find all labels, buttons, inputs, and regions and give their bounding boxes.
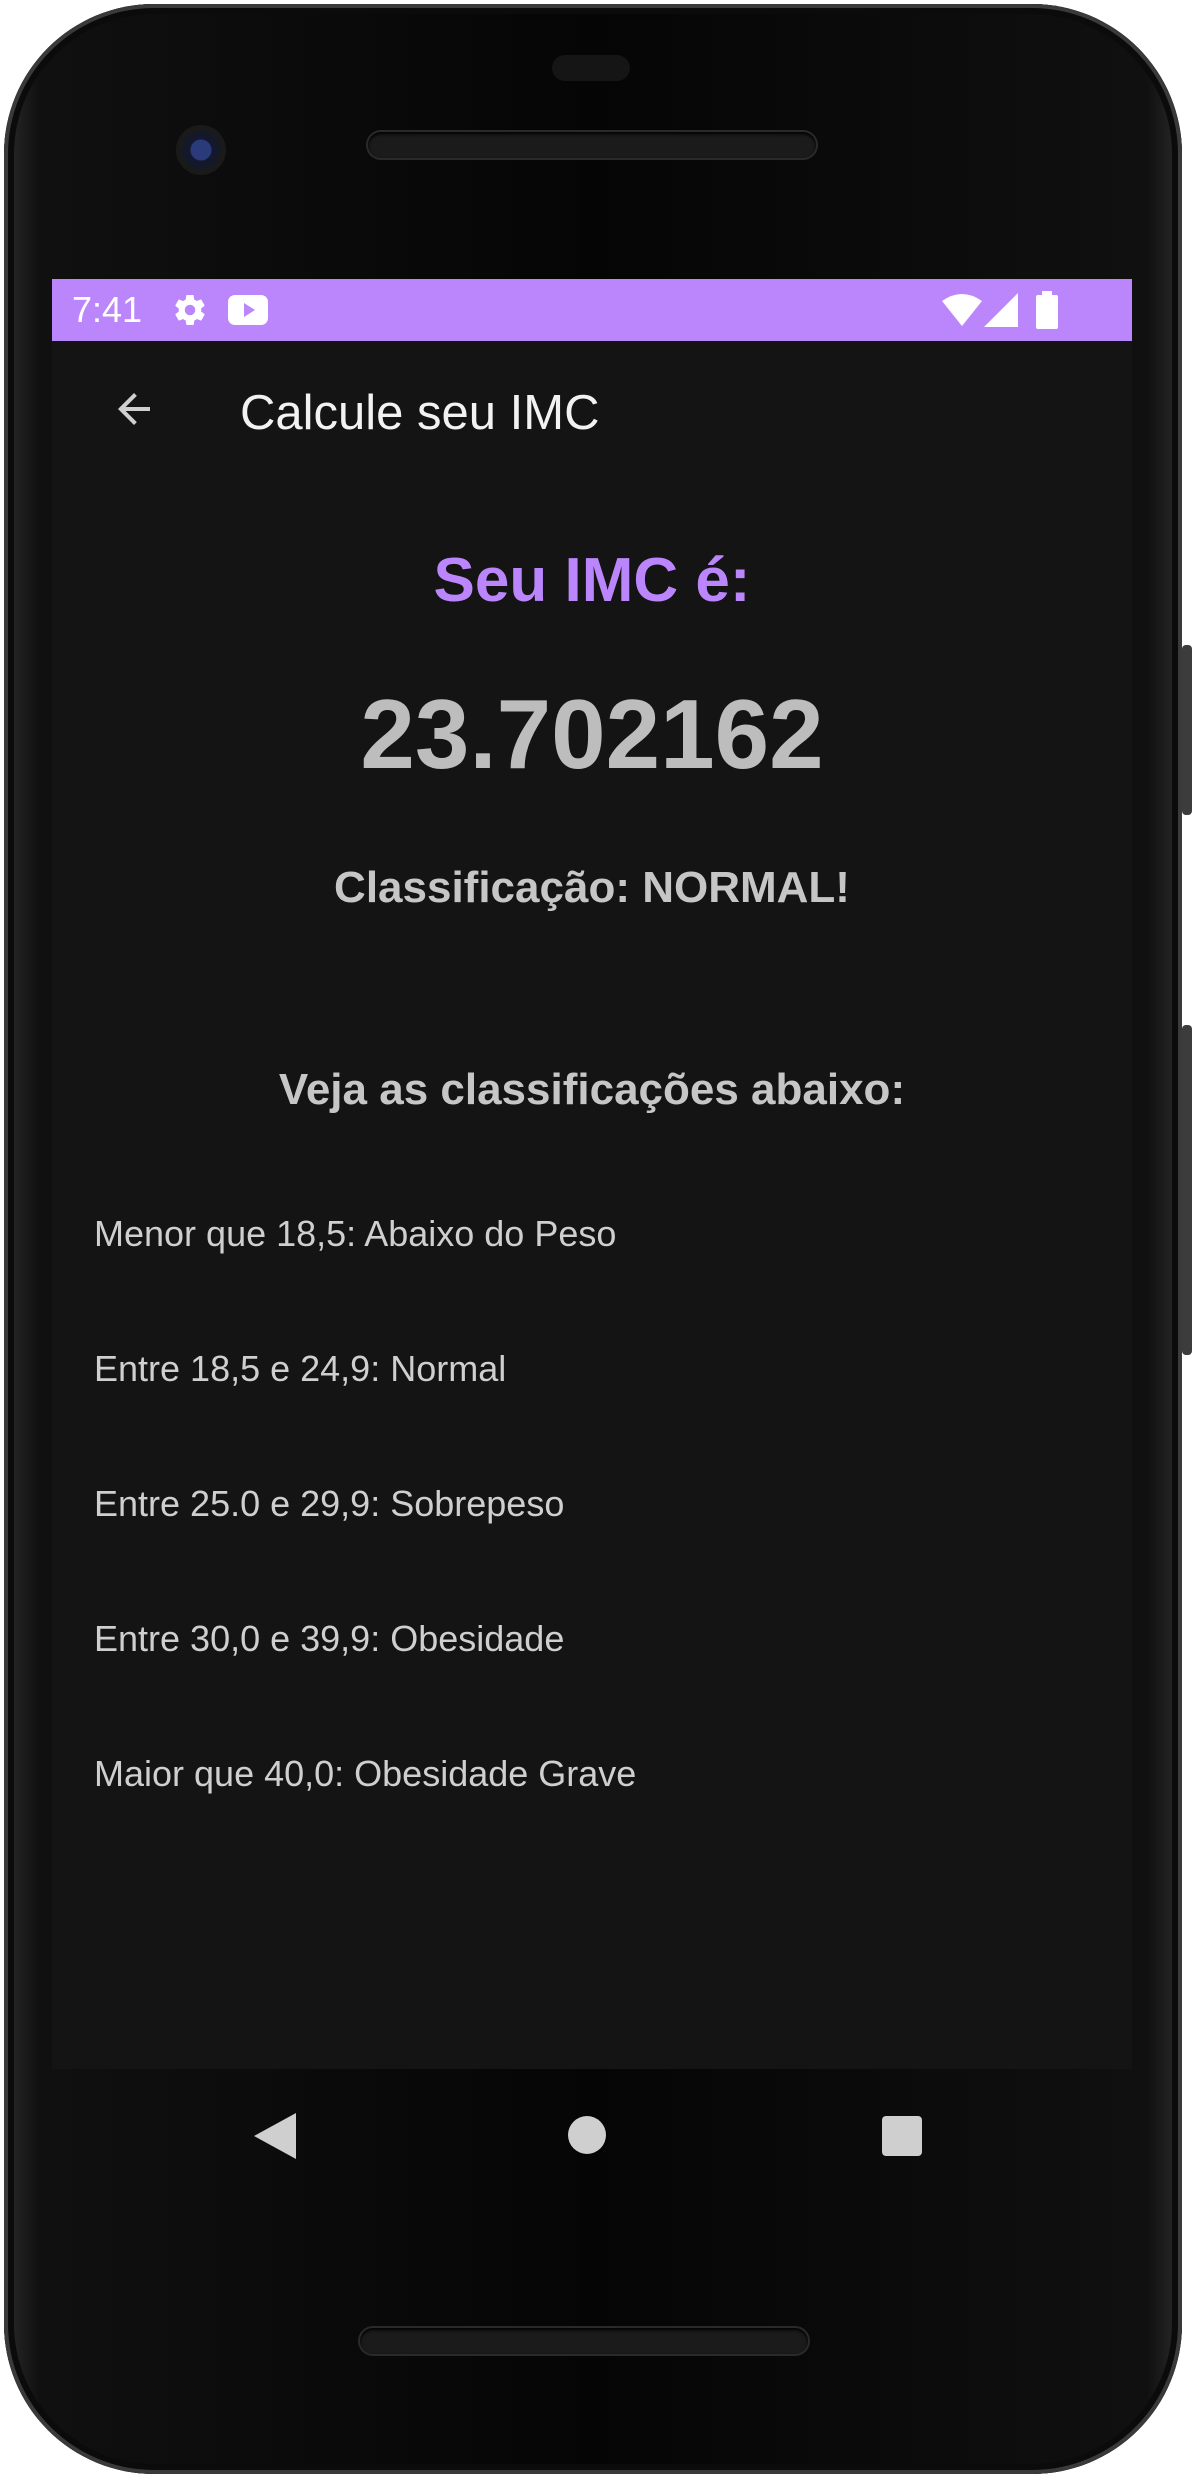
earpiece-speaker (368, 132, 816, 158)
nav-recents-icon[interactable] (882, 2116, 922, 2156)
volume-button (1182, 1025, 1192, 1355)
list-item: Entre 30,0 e 39,9: Obesidade (94, 1618, 565, 1659)
status-time: 7:41 (72, 289, 143, 330)
wifi-icon (942, 294, 982, 326)
list-item: Maior que 40,0: Obesidade Grave (94, 1753, 637, 1794)
list-item: Entre 25.0 e 29,9: Sobrepeso (94, 1483, 565, 1524)
classifications-heading: Veja as classificações abaixo: (278, 1065, 906, 1114)
list-item: Entre 18,5 e 24,9: Normal (94, 1348, 507, 1389)
system-nav-bar (52, 2069, 1132, 2199)
bottom-speaker (360, 2328, 808, 2354)
arrow-left-icon (118, 393, 150, 425)
app-bar: Calcule seu IMC (52, 341, 1132, 491)
page-title: Calcule seu IMC (240, 386, 600, 440)
youtube-icon (228, 295, 268, 325)
front-camera-icon (176, 125, 226, 175)
status-bar: 7:41 (52, 279, 1132, 341)
back-button[interactable] (94, 369, 174, 449)
list-item: Menor que 18,5: Abaixo do Peso (94, 1213, 617, 1254)
nav-home-icon[interactable] (568, 2116, 606, 2154)
signal-icon (984, 293, 1018, 327)
proximity-sensor (552, 55, 630, 81)
classification-list: Menor que 18,5: Abaixo do Peso Entre 18,… (94, 1211, 1094, 1886)
nav-back-icon[interactable] (252, 2111, 298, 2161)
screen: 7:41 Calcule seu IMC Seu IMC é: 23.70216… (52, 279, 1132, 2069)
battery-icon (1036, 291, 1058, 329)
power-button (1182, 645, 1192, 815)
imc-classification: Classificação: NORMAL! (334, 863, 850, 912)
gear-icon (175, 294, 205, 326)
imc-value: 23.702162 (360, 679, 824, 789)
imc-result-heading: Seu IMC é: (433, 546, 751, 615)
